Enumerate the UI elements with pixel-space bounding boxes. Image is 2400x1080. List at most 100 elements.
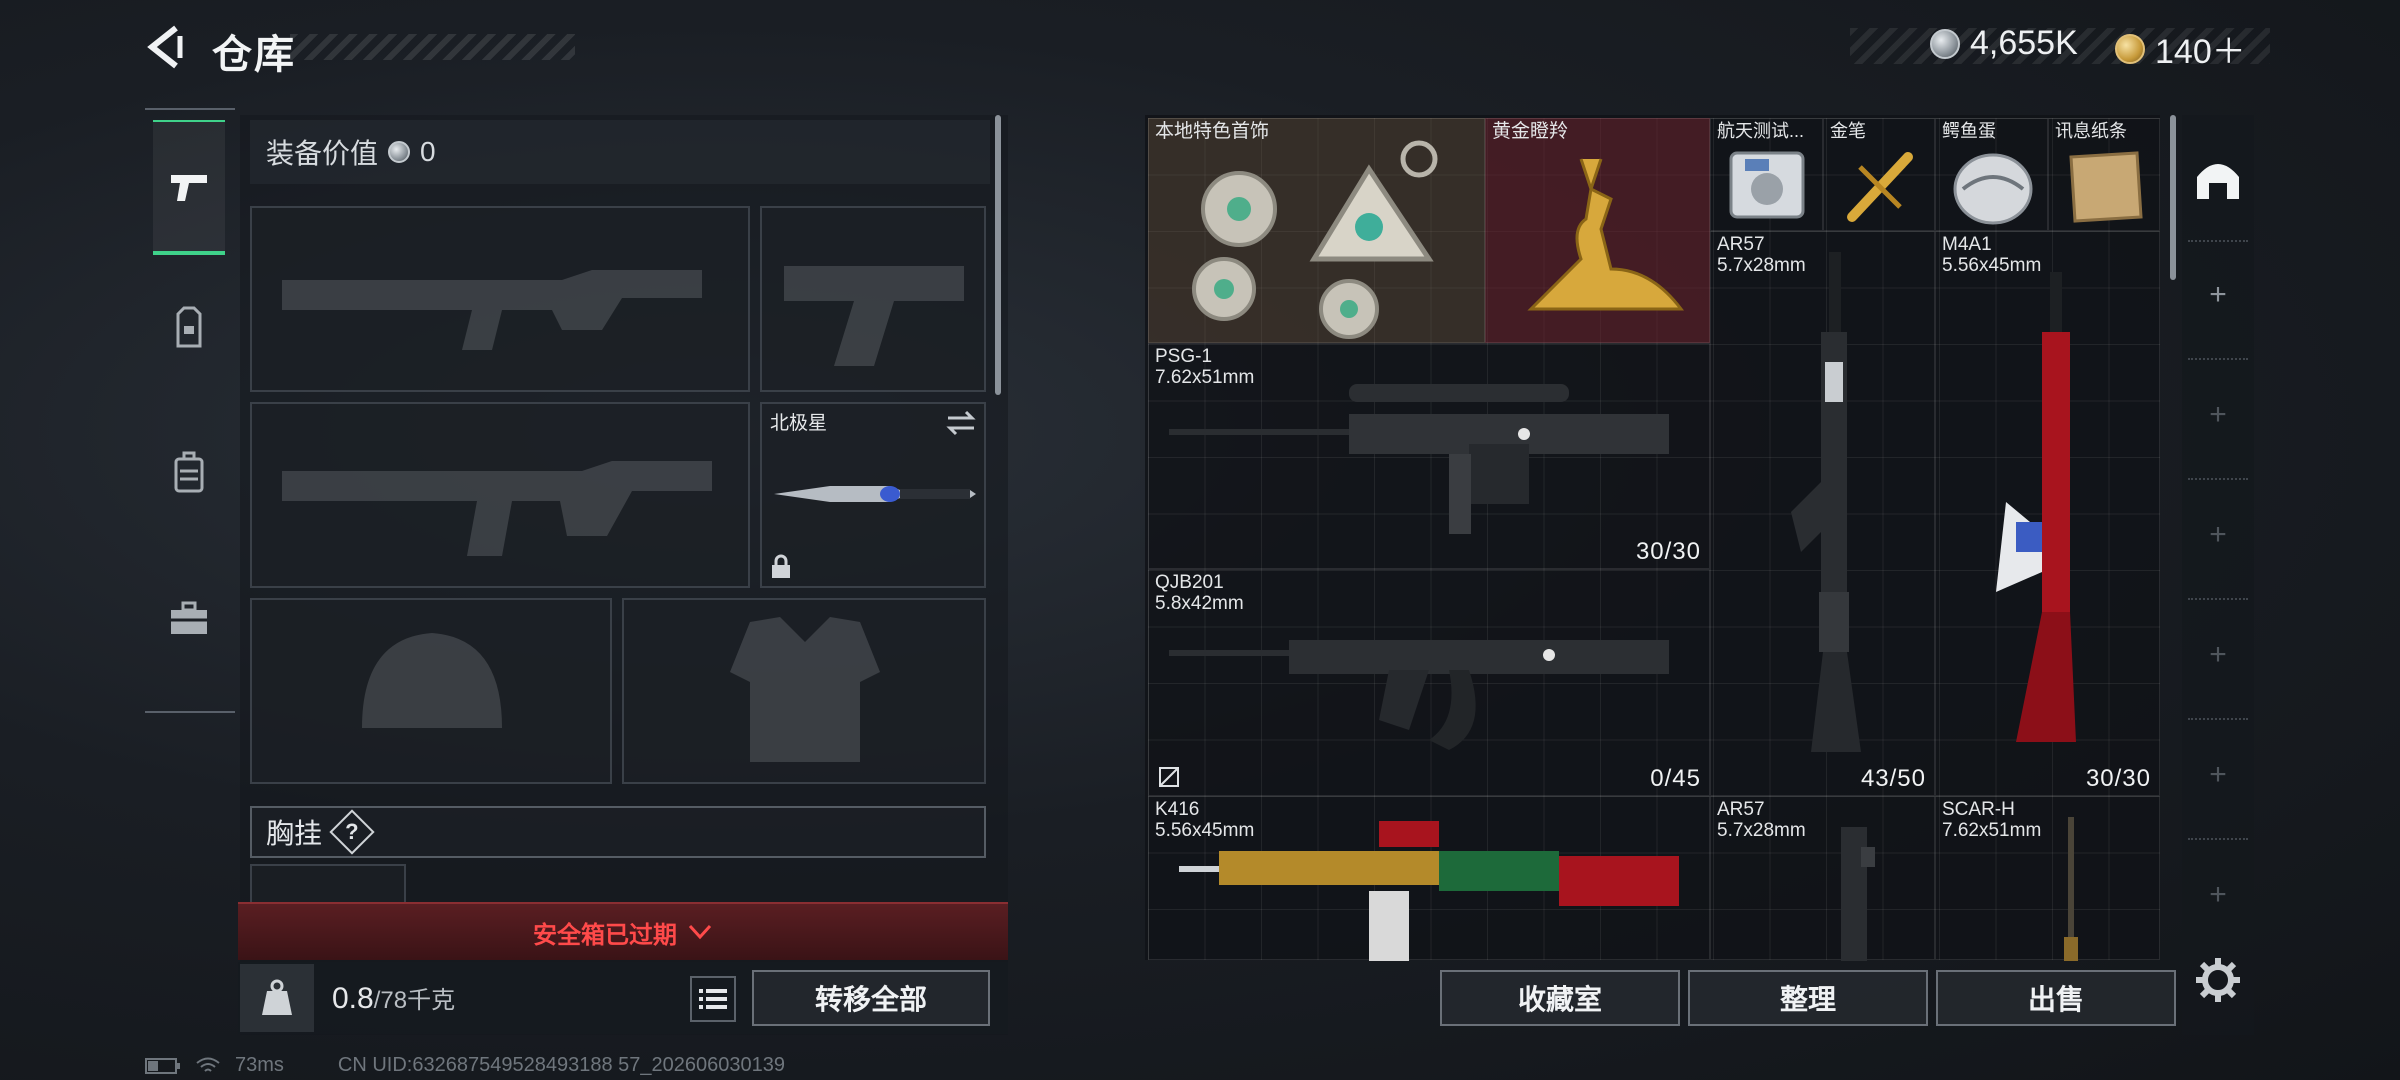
sort-button[interactable]: 整理 (1688, 970, 1928, 1026)
vest-silhouette-icon (730, 617, 880, 762)
tab-backpack[interactable] (153, 260, 225, 395)
psg1-rifle-icon (1169, 384, 1669, 534)
add-page-button[interactable]: + (2200, 878, 2236, 912)
rail-divider (2188, 478, 2248, 480)
device-icon (1729, 151, 1805, 219)
item-qjb201[interactable]: QJB201 5.8x42mm 0/45 (1148, 569, 1710, 796)
equipment-value-label: 装备价值 (266, 138, 379, 169)
page-title: 仓库 (212, 33, 296, 77)
item-name: 金笔 (1830, 121, 1866, 141)
item-name: AR57 (1717, 234, 1765, 255)
chest-rig-label: 胸挂 (266, 818, 323, 849)
gazelle-statue-icon (1527, 158, 1685, 311)
add-page-button[interactable]: + (2200, 518, 2236, 552)
ammo-count: 30/30 (1635, 538, 1701, 565)
help-icon[interactable]: ? (329, 809, 375, 855)
backpack-icon (174, 451, 204, 492)
rail-divider (2188, 838, 2248, 840)
item-m4a1[interactable]: M4A1 5.56x45mm 30/30 (1935, 231, 2160, 796)
rail-divider (2188, 718, 2248, 720)
status-footer: 73ms CN UID:632687549528493188 57_202606… (145, 1054, 785, 1077)
add-page-button[interactable]: + (2200, 638, 2236, 672)
item-jewelry[interactable]: 本地特色首饰 (1148, 118, 1485, 343)
category-rail (145, 108, 235, 713)
storage-scrollbar[interactable] (2170, 115, 2176, 280)
item-psg1[interactable]: PSG-1 7.62x51mm 30/30 (1148, 343, 1710, 569)
k416-rifle-icon (1179, 821, 1679, 961)
item-name: M4A1 (1942, 234, 1992, 255)
ping: 73ms (235, 1054, 284, 1076)
weight-icon-box (240, 964, 314, 1032)
carry-weight: 0.8/78千克 (332, 980, 455, 1016)
item-ar57-2[interactable]: AR57 5.7x28mm (1710, 796, 1935, 961)
item-name: SCAR-H (1942, 799, 2015, 820)
qjb201-rifle-icon (1169, 640, 1669, 750)
item-name: 讯息纸条 (2055, 121, 2127, 141)
pistol-silhouette-icon (784, 266, 964, 366)
item-aerospace-test[interactable]: 航天测试... (1710, 118, 1823, 231)
title-decoration (290, 34, 575, 60)
item-k416[interactable]: K416 5.56x45mm (1148, 796, 1710, 961)
settings-button[interactable] (2194, 956, 2242, 1004)
rail-divider (2188, 240, 2248, 242)
ammo-count: 43/50 (1860, 765, 1926, 792)
egg-icon (1953, 153, 2033, 225)
equipment-value-row: 装备价值 0 (250, 120, 990, 184)
collection-room-button[interactable]: 收藏室 (1440, 970, 1680, 1026)
armor-slot[interactable] (622, 598, 986, 784)
tab-bag[interactable] (153, 405, 225, 540)
melee-name: 北极星 (770, 413, 828, 434)
melee-slot[interactable]: 北极星 (760, 402, 986, 588)
add-page-button[interactable]: + (2200, 758, 2236, 792)
gear-icon (2196, 958, 2240, 1002)
transfer-all-button[interactable]: 转移全部 (752, 970, 990, 1026)
helmet-slot[interactable] (250, 598, 612, 784)
ar57-rifle-icon (1841, 827, 1875, 961)
item-ar57-1[interactable]: AR57 5.7x28mm 43/50 (1710, 231, 1935, 796)
silver-currency[interactable]: 4,655K (1930, 24, 2078, 63)
safe-box-expired-bar[interactable]: 安全箱已过期 (238, 902, 1008, 960)
primary-weapon-slot[interactable] (250, 206, 750, 392)
item-crocodile-egg[interactable]: 鳄鱼蛋 (1935, 118, 2048, 231)
chest-rig-slot[interactable] (250, 864, 406, 902)
secondary-weapon-slot[interactable] (760, 206, 986, 392)
m4a1-rifle-icon (1996, 272, 2076, 742)
item-name-caliber: QJB201 5.8x42mm (1155, 572, 1244, 614)
list-view-button[interactable] (690, 976, 736, 1022)
rail-divider (2188, 358, 2248, 360)
equipment-scrollbar[interactable] (995, 115, 1001, 395)
weight-current: 0.8 (332, 982, 374, 1015)
uid: CN UID:632687549528493188 57_20260603013… (337, 1054, 785, 1076)
weight-icon (262, 979, 292, 1015)
swap-icon[interactable] (946, 410, 976, 436)
gold-currency[interactable]: 140＋ (2115, 24, 2246, 73)
storage-home-tab[interactable] (2190, 150, 2246, 206)
paper-note-icon (2069, 151, 2143, 223)
item-name: QJB201 (1155, 572, 1224, 593)
helmet-silhouette-icon (362, 633, 502, 728)
sell-button[interactable]: 出售 (1936, 970, 2176, 1026)
tab-case[interactable] (153, 550, 225, 685)
wifi-icon (196, 1057, 220, 1072)
item-scar-h[interactable]: SCAR-H 7.62x51mm (1935, 796, 2160, 961)
tab-weapons[interactable] (153, 120, 225, 255)
item-message-note[interactable]: 讯息纸条 (2048, 118, 2160, 231)
item-gold-pen[interactable]: 金笔 (1823, 118, 1935, 231)
gold-amount: 140＋ (2155, 33, 2246, 71)
add-page-button[interactable]: + (2200, 278, 2236, 312)
item-name-caliber: AR57 5.7x28mm (1717, 799, 1806, 841)
ammo-count: 30/30 (2085, 765, 2151, 792)
back-button[interactable] (140, 22, 190, 72)
list-icon (699, 989, 727, 1009)
add-page-button[interactable]: + (2200, 398, 2236, 432)
item-golden-gazelle[interactable]: 黄金瞪羚 (1485, 118, 1710, 343)
chest-rig-row[interactable]: 胸挂 ? (250, 806, 986, 858)
silver-coin-icon (388, 141, 411, 163)
silver-amount: 4,655K (1970, 24, 2078, 62)
weight-max: /78千克 (373, 987, 456, 1014)
knife-icon (774, 486, 976, 502)
warehouse-icon (2197, 164, 2239, 199)
tertiary-weapon-slot[interactable] (250, 402, 750, 588)
jewelry-icon (1192, 140, 1438, 339)
chevron-down-icon (688, 924, 712, 940)
